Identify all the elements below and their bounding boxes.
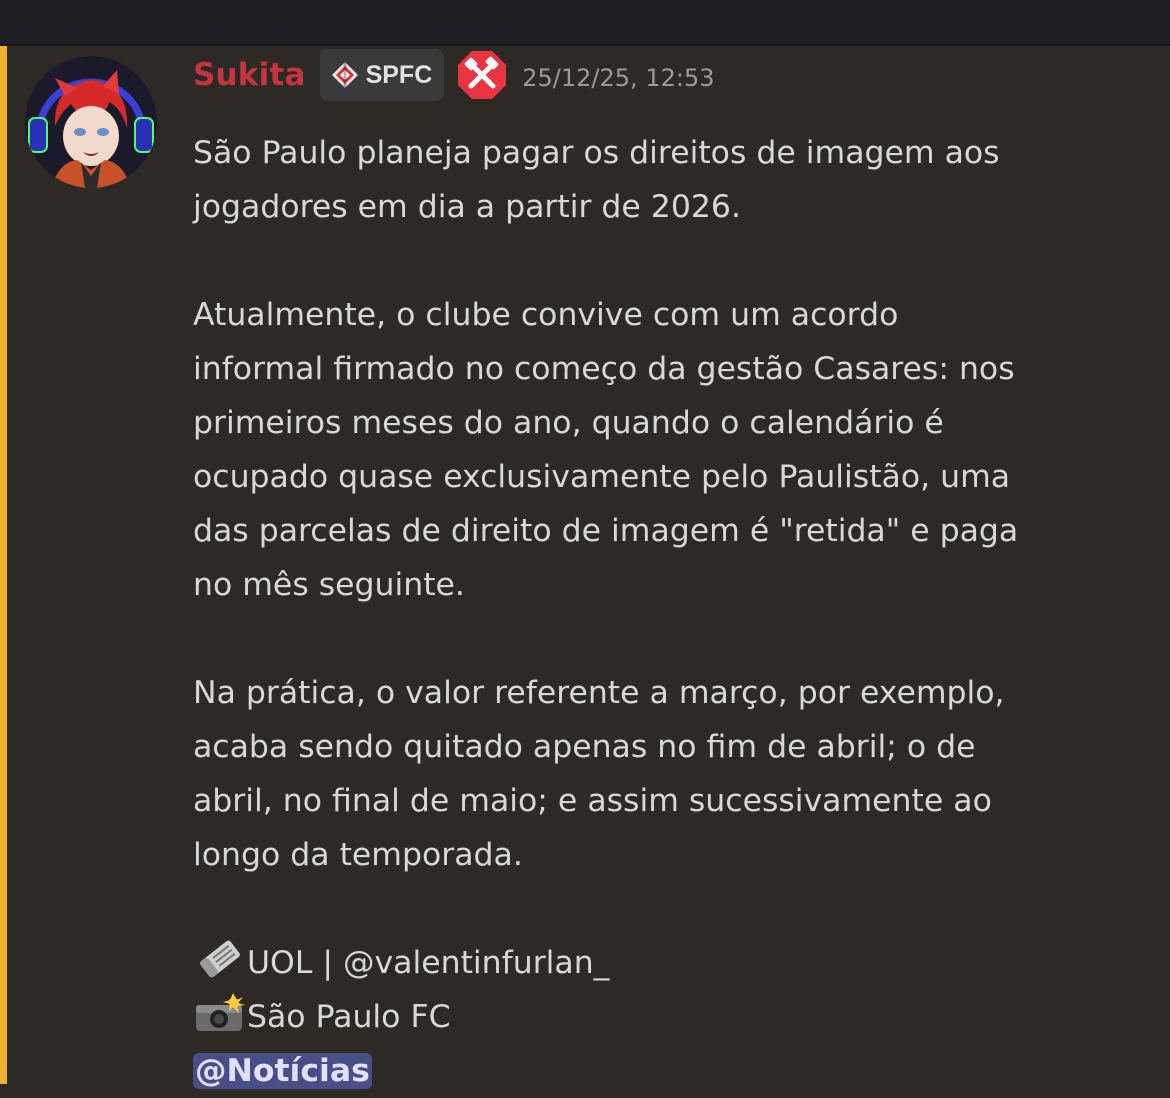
photo-credit-line: São Paulo FC: [193, 990, 1153, 1044]
mention-line: @Notícias: [193, 1044, 1153, 1098]
chat-message[interactable]: Sukita SPFC 25/12/25, 12:53 São Paulo pl…: [0, 46, 1170, 1089]
source-line: UOL | @valentinfurlan_: [193, 936, 1153, 990]
paragraph-break: [193, 234, 1153, 288]
message-line: São Paulo planeja pagar os direitos de i…: [193, 135, 1000, 171]
message-line: longo da temporada.: [193, 837, 523, 873]
newspaper-icon: [200, 940, 240, 978]
server-tag-label: SPFC: [365, 60, 433, 89]
avatar-icon[interactable]: [25, 56, 157, 188]
photo-credit-text: São Paulo FC: [247, 999, 451, 1035]
message-header: Sukita SPFC 25/12/25, 12:53: [193, 48, 714, 102]
message-line: ocupado quase exclusivamente pelo Paulis…: [193, 459, 1011, 495]
mention-highlight-stripe: [0, 46, 7, 1084]
message-line: primeiros meses do ano, quando o calendá…: [193, 405, 944, 441]
author-username[interactable]: Sukita: [193, 57, 306, 93]
message-line: informal firmado no começo da gestão Cas…: [193, 351, 1015, 387]
channel-top-bar: [0, 0, 1170, 46]
message-line: acaba sendo quitado apenas no fim de abr…: [193, 729, 976, 765]
diamond-badge-icon: [331, 62, 358, 88]
message-line: Na prática, o valor referente a março, p…: [193, 675, 1005, 711]
paragraph-break: [193, 882, 1153, 936]
source-text: UOL | @valentinfurlan_: [247, 945, 610, 981]
message-content: São Paulo planeja pagar os direitos de i…: [193, 126, 1153, 1098]
message-timestamp[interactable]: 25/12/25, 12:53: [522, 58, 714, 92]
camera-flash-icon: [196, 993, 245, 1031]
message-line: das parcelas de direito de imagem é "ret…: [193, 513, 1019, 549]
message-line: Atualmente, o clube convive com um acord…: [193, 297, 899, 333]
tools-icon[interactable]: [456, 49, 508, 101]
message-line: abril, no final de maio; e assim sucessi…: [193, 783, 992, 819]
message-line: jogadores em dia a partir de 2026.: [193, 189, 741, 225]
server-tag[interactable]: SPFC: [319, 49, 445, 101]
message-line: no mês seguinte.: [193, 567, 465, 603]
paragraph-break: [193, 612, 1153, 666]
avatar-image: [25, 56, 157, 188]
